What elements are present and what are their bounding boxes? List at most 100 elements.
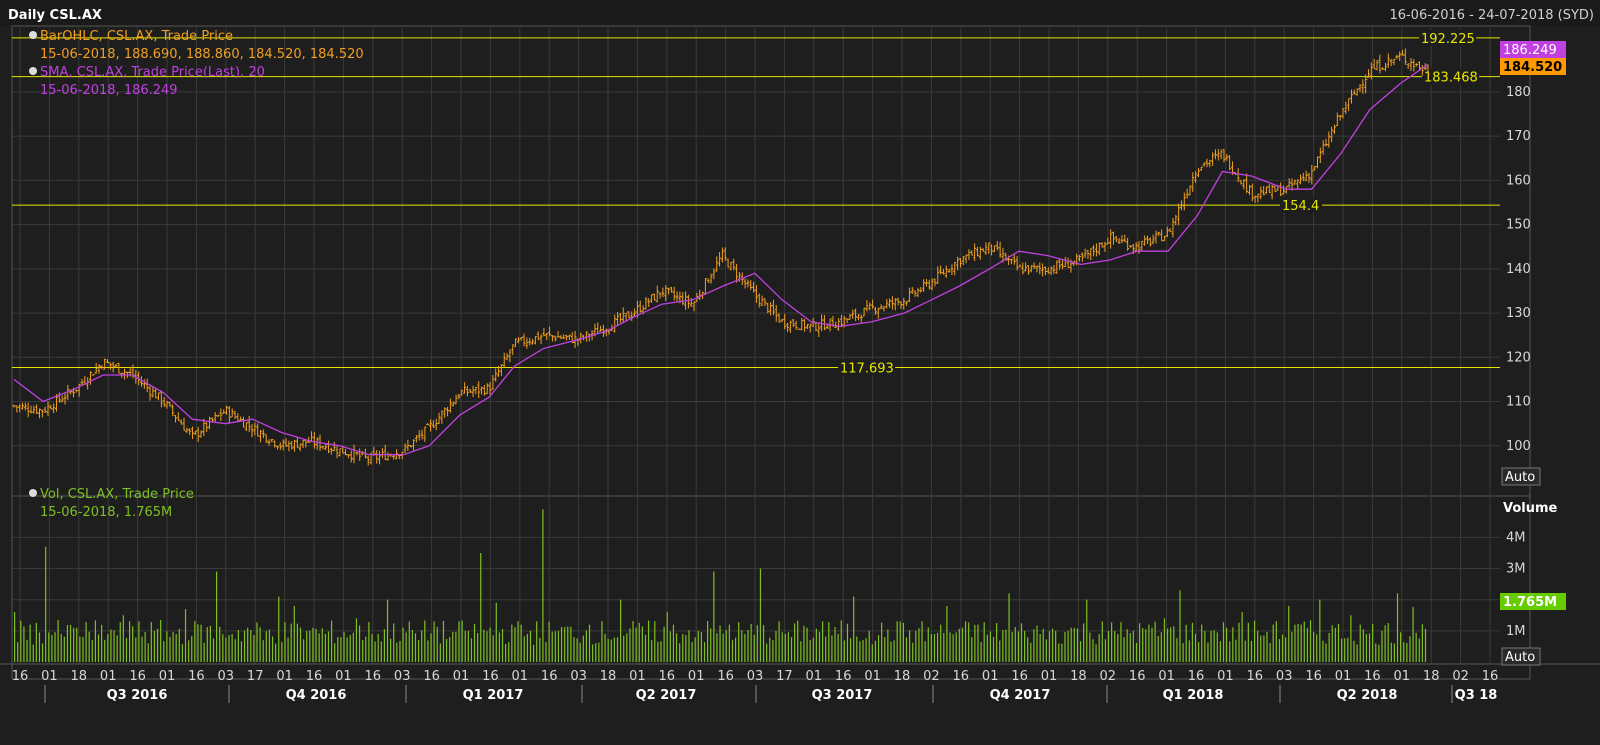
legend-bullet-price[interactable] [29, 31, 37, 39]
volume-bar [427, 640, 429, 662]
volume-bar [1362, 629, 1364, 662]
volume-bar [1058, 643, 1060, 662]
volume-bar [97, 634, 100, 662]
x-quarter-label: Q4 2016 [286, 688, 347, 703]
volume-bar [141, 636, 143, 662]
volume-bar [1272, 624, 1274, 662]
volume-bar [1219, 641, 1221, 662]
volume-bar [1285, 637, 1287, 662]
volume-bar [390, 638, 392, 662]
volume-bar [296, 623, 298, 662]
volume-bar [1294, 624, 1296, 662]
volume-bar [1117, 633, 1119, 662]
volume-bar [1083, 623, 1085, 662]
volume-bar [237, 630, 239, 662]
volume-bar [526, 633, 528, 662]
volume-bar [548, 621, 550, 662]
x-day-label: 01 [629, 669, 646, 684]
volume-bar [163, 641, 165, 662]
volume-bar [1263, 635, 1265, 662]
volume-bar [933, 633, 936, 662]
x-day-label: 16 [188, 669, 205, 684]
volume-bar [1331, 625, 1333, 662]
legend-bullet-volume[interactable] [29, 489, 37, 497]
volume-bar [1160, 632, 1162, 662]
volume-bar [1120, 622, 1122, 662]
x-day-label: 01 [159, 669, 176, 684]
volume-bar [222, 634, 224, 662]
volume-bar [943, 632, 945, 662]
volume-bar [1095, 644, 1097, 662]
volume-bar [1257, 630, 1259, 662]
volume-bar [265, 631, 267, 662]
volume-bar [1226, 627, 1228, 662]
volume-bar [747, 630, 749, 662]
volume-bar [828, 622, 830, 662]
volume-bar [915, 630, 917, 662]
x-day-label: 16 [541, 669, 558, 684]
volume-bar [585, 630, 588, 662]
volume-bar [330, 620, 333, 662]
volume-bar [1051, 628, 1054, 662]
price-tick-label: 150 [1506, 218, 1531, 233]
volume-bar [1222, 622, 1225, 662]
volume-bar [679, 643, 681, 662]
x-day-label: 16 [835, 669, 852, 684]
price-tick-label: 100 [1506, 439, 1531, 454]
volume-bar [983, 622, 985, 662]
volume-bar [1325, 643, 1327, 662]
volume-bar [778, 621, 780, 662]
volume-bar [865, 638, 867, 662]
horizontal-line-label: 183.468 [1424, 71, 1478, 86]
volume-bar [1011, 631, 1013, 662]
volume-bar [616, 637, 619, 662]
volume-bar [79, 636, 81, 662]
volume-bar [536, 621, 538, 662]
volume-bar [812, 637, 814, 662]
volume-bar [312, 627, 314, 662]
volume-bar [1278, 639, 1281, 662]
volume-bar [1350, 615, 1352, 662]
volume-bar [1365, 633, 1368, 662]
volume-bar [1157, 635, 1159, 662]
price-tick-label: 140 [1506, 262, 1531, 277]
volume-bar [1163, 618, 1166, 662]
volume-bar [818, 631, 821, 662]
volume-bar [489, 627, 491, 662]
legend-bullet-sma[interactable] [29, 67, 37, 75]
volume-bar [76, 627, 78, 662]
volume-bar [884, 637, 886, 662]
volume-bar [626, 633, 628, 662]
volume-bar [262, 640, 264, 662]
volume-bar [731, 640, 734, 662]
volume-bar [856, 636, 858, 662]
volume-bar [1126, 629, 1128, 662]
volume-bar [253, 635, 255, 662]
volume-bar [610, 639, 612, 662]
volume-bar [209, 625, 211, 662]
volume-bar [166, 631, 168, 662]
volume-bar [32, 644, 34, 662]
volume-bar [775, 630, 777, 662]
volume-bar [315, 628, 317, 662]
volume-bar [128, 621, 131, 662]
volume-bar [132, 626, 134, 662]
volume-bar [1042, 628, 1044, 662]
legend-price-series: BarOHLC, CSL.AX, Trade Price [40, 29, 233, 44]
x-quarter-label: Q3 2017 [812, 688, 873, 703]
volume-bar [545, 642, 547, 662]
auto-price-label: Auto [1505, 470, 1535, 485]
volume-bar [1101, 621, 1103, 662]
volume-bar [1173, 626, 1175, 662]
x-day-label: 02 [1452, 669, 1469, 684]
x-day-label: 16 [423, 669, 440, 684]
volume-bar [160, 619, 162, 662]
volume-bar [1067, 630, 1069, 662]
volume-bar [576, 638, 578, 662]
volume-bar [803, 625, 805, 662]
volume-bar [936, 632, 939, 662]
volume-bar [859, 641, 861, 662]
volume-bar [1250, 640, 1253, 662]
x-day-label: 16 [1188, 669, 1205, 684]
volume-bar [1089, 632, 1091, 662]
